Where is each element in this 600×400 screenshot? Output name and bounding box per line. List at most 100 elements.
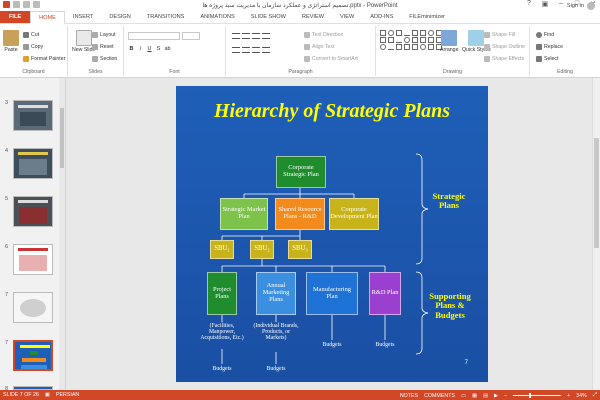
paste-button[interactable]: Paste — [3, 30, 19, 53]
zoom-slider[interactable] — [513, 393, 562, 398]
redo-icon[interactable] — [33, 1, 40, 8]
shape-item[interactable] — [396, 44, 402, 50]
save-icon[interactable] — [13, 1, 20, 8]
slide-thumbnail-3[interactable] — [13, 100, 53, 131]
fit-slide-icon[interactable]: ⤢ — [593, 392, 597, 399]
undo-icon[interactable] — [23, 1, 30, 8]
select-button[interactable]: Select — [536, 56, 558, 62]
shape-item[interactable] — [412, 44, 418, 50]
font-format-buttons: B I U S ab — [128, 46, 171, 53]
cut-button[interactable]: Cut — [23, 32, 39, 38]
tab-insert[interactable]: INSERT — [65, 11, 101, 23]
slide-thumbnail-4[interactable] — [13, 148, 53, 179]
zoom-slider-thumb[interactable] — [529, 393, 532, 398]
tab-view[interactable]: VIEW — [332, 11, 362, 23]
text-direction-button[interactable]: Text Direction — [304, 32, 343, 38]
format-painter-button[interactable]: Format Painter — [23, 56, 65, 62]
section-button[interactable]: Section — [92, 56, 117, 62]
replace-button[interactable]: Replace — [536, 44, 563, 50]
thumbnail-scrollbar[interactable] — [59, 78, 65, 390]
layout-button[interactable]: Layout — [92, 32, 116, 38]
align-left-button[interactable] — [232, 47, 240, 53]
shape-item[interactable] — [420, 37, 426, 43]
help-icon[interactable]: ? — [524, 0, 534, 8]
tab-review[interactable]: REVIEW — [294, 11, 332, 23]
comments-button[interactable]: COMMENTS — [424, 393, 455, 399]
shape-effects-button[interactable]: Shape Effects — [484, 56, 524, 62]
shape-item[interactable] — [420, 44, 426, 50]
slide-thumbnail-5[interactable] — [13, 196, 53, 227]
ribbon-display-icon[interactable]: ▣ — [540, 0, 550, 8]
user-avatar-icon[interactable] — [587, 2, 595, 10]
shadow-button[interactable]: S — [155, 46, 162, 53]
shape-item[interactable] — [404, 30, 410, 36]
shape-item[interactable] — [388, 37, 394, 43]
normal-view-icon[interactable]: ▭ — [461, 393, 466, 399]
font-group: B I U S ab Font — [124, 26, 226, 76]
reset-button[interactable]: Reset — [92, 44, 114, 50]
underline-button[interactable]: U — [146, 46, 153, 53]
italic-button[interactable]: I — [137, 46, 144, 53]
shape-item[interactable] — [388, 44, 394, 50]
zoom-out-icon[interactable]: – — [504, 393, 507, 399]
language-indicator[interactable]: PERSIAN — [56, 392, 79, 398]
shape-item[interactable] — [388, 30, 394, 36]
align-text-button[interactable]: Align Text — [304, 44, 334, 50]
zoom-level[interactable]: 34% — [576, 393, 587, 399]
tab-transitions[interactable]: TRANSITIONS — [139, 11, 193, 23]
align-right-button[interactable] — [252, 47, 260, 53]
slide-thumbnail-6b[interactable] — [13, 292, 53, 323]
sign-in-link[interactable]: Sign in — [567, 3, 584, 9]
shape-item[interactable] — [428, 30, 434, 36]
shape-item[interactable] — [380, 44, 386, 50]
minimize-icon[interactable]: – — [556, 0, 566, 8]
shape-item[interactable] — [412, 30, 418, 36]
current-slide[interactable]: Hierarchy of Strategic Plans Corporate S… — [176, 86, 488, 382]
arrange-button[interactable]: Arrange — [440, 30, 458, 53]
shape-fill-button[interactable]: Shape Fill — [484, 32, 515, 38]
zoom-in-icon[interactable]: + — [567, 393, 570, 399]
spellcheck-icon[interactable]: ▣ — [45, 392, 50, 398]
tab-fileminimizer[interactable]: FILEminimizer — [401, 11, 453, 23]
find-button[interactable]: Find — [536, 32, 554, 38]
tab-slide-show[interactable]: SLIDE SHOW — [243, 11, 294, 23]
tab-design[interactable]: DESIGN — [101, 11, 138, 23]
tab-home[interactable]: HOME — [30, 11, 65, 24]
notes-button[interactable]: NOTES — [400, 393, 418, 399]
bullets-button[interactable] — [232, 33, 240, 39]
justify-button[interactable] — [262, 47, 270, 53]
slide-thumbnail-6[interactable] — [13, 244, 53, 275]
shape-item[interactable] — [380, 30, 386, 36]
canvas-scrollbar[interactable] — [592, 78, 600, 390]
shape-item[interactable] — [412, 37, 418, 43]
shape-item[interactable] — [420, 30, 426, 36]
shape-item[interactable] — [404, 44, 410, 50]
numbering-button[interactable] — [242, 33, 250, 39]
font-size-input[interactable] — [182, 32, 200, 40]
shape-item[interactable] — [396, 30, 402, 36]
shapes-gallery[interactable] — [380, 30, 442, 50]
bold-button[interactable]: B — [128, 46, 135, 53]
thumbnail-scrollbar-thumb[interactable] — [60, 108, 64, 168]
shape-outline-button[interactable]: Shape Outline — [484, 44, 525, 50]
reading-view-icon[interactable]: ▤ — [483, 393, 488, 399]
slide-thumbnail-7[interactable] — [13, 340, 53, 371]
font-name-input[interactable] — [128, 32, 180, 40]
strikethrough-button[interactable]: ab — [164, 46, 171, 53]
shape-item[interactable] — [404, 37, 410, 43]
shape-item[interactable] — [428, 44, 434, 50]
align-center-button[interactable] — [242, 47, 250, 53]
copy-button[interactable]: Copy — [23, 44, 43, 50]
shape-item[interactable] — [380, 37, 386, 43]
increase-indent-button[interactable] — [262, 33, 270, 39]
shape-item[interactable] — [428, 37, 434, 43]
slideshow-icon[interactable]: ▶ — [494, 393, 498, 399]
decrease-indent-button[interactable] — [252, 33, 260, 39]
tab-animations[interactable]: ANIMATIONS — [192, 11, 242, 23]
slide-sorter-icon[interactable]: ▦ — [472, 393, 477, 399]
canvas-scrollbar-thumb[interactable] — [594, 138, 599, 248]
shape-item[interactable] — [396, 37, 402, 43]
tab-file[interactable]: FILE — [0, 11, 31, 23]
tab-add-ins[interactable]: ADD-INS — [362, 11, 401, 23]
convert-smartart-button[interactable]: Convert to SmartArt — [304, 56, 358, 62]
